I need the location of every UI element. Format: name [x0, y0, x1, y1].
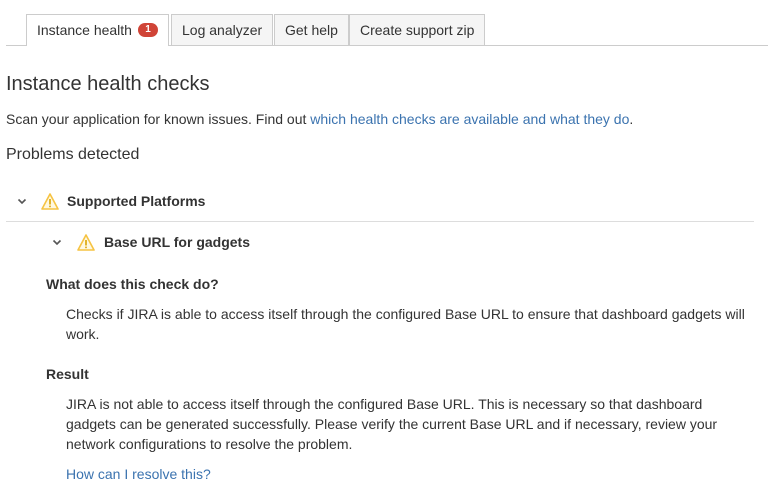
group-divider: [6, 221, 754, 222]
tab-create-support-zip[interactable]: Create support zip: [349, 14, 486, 45]
intro-text-end: .: [629, 111, 634, 127]
result-heading: Result: [46, 366, 89, 382]
group-label: Supported Platforms: [67, 193, 206, 209]
check-label: Base URL for gadgets: [104, 234, 250, 250]
chevron-down-icon[interactable]: [16, 195, 28, 207]
health-checks-info-link[interactable]: which health checks are available and wh…: [310, 111, 629, 127]
tab-get-help[interactable]: Get help: [274, 14, 349, 45]
tab-instance-health[interactable]: Instance health 1: [26, 14, 169, 46]
warning-icon: [41, 192, 59, 210]
check-base-url-for-gadgets[interactable]: Base URL for gadgets: [51, 231, 250, 253]
intro-text-start: Scan your application for known issues. …: [6, 111, 311, 127]
tab-label: Instance health: [37, 22, 132, 38]
intro-text: Scan your application for known issues. …: [6, 111, 633, 127]
check-description: Checks if JIRA is able to access itself …: [66, 306, 745, 342]
tab-label: Log analyzer: [182, 22, 263, 38]
tab-log-analyzer[interactable]: Log analyzer: [171, 14, 274, 45]
result-text: JIRA is not able to access itself throug…: [66, 396, 718, 452]
page-title: Instance health checks: [6, 73, 210, 95]
tab-label: Get help: [285, 22, 338, 38]
tab-bar: Instance health 1 Log analyzer Get help C…: [0, 14, 768, 46]
group-supported-platforms[interactable]: Supported Platforms: [16, 190, 205, 212]
tab-label: Create support zip: [360, 22, 475, 38]
problem-count-badge: 1: [137, 22, 158, 37]
chevron-down-icon[interactable]: [51, 236, 63, 248]
warning-icon: [77, 233, 95, 251]
resolve-help-link[interactable]: How can I resolve this?: [66, 466, 211, 482]
problems-detected-heading: Problems detected: [6, 146, 140, 163]
what-does-check-do-heading: What does this check do?: [46, 276, 219, 292]
